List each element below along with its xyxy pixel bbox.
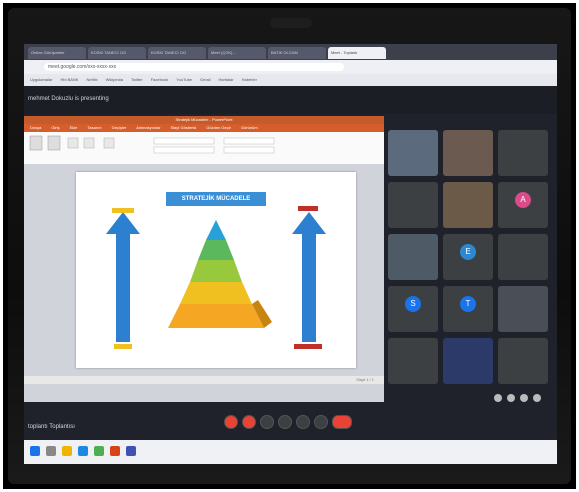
participant-tile[interactable]: [388, 130, 438, 176]
strategy-pyramid-graphic: [106, 206, 326, 349]
ribbon-tab[interactable]: Gözden Geçir: [206, 124, 231, 132]
participant-tile[interactable]: [498, 234, 548, 280]
presentation-panel: Stratejik Mücadele - PowerPoint Dosya Gi…: [24, 116, 384, 402]
slide: STRATEJİK MÜCADELE: [76, 172, 356, 368]
bookmark[interactable]: Hbl BANK: [60, 74, 78, 86]
participant-tile[interactable]: [388, 182, 438, 228]
bookmark[interactable]: Haberler: [242, 74, 257, 86]
ribbon-tab[interactable]: Animasyonlar: [136, 124, 160, 132]
info-icon[interactable]: [494, 394, 502, 402]
ribbon-toolbar: [24, 132, 384, 165]
webcam-icon: [270, 18, 312, 28]
ribbon-tabs: Dosya Giriş Ekle Tasarım Geçişler Animas…: [24, 124, 384, 132]
browser-tab[interactable]: KOSKI TANECİ OO: [148, 47, 206, 59]
more-icon[interactable]: [314, 415, 328, 429]
bookmark[interactable]: YouTube: [176, 74, 192, 86]
ribbon-tab[interactable]: Tasarım: [87, 124, 101, 132]
camera-icon[interactable]: [242, 415, 256, 429]
bookmark[interactable]: Facebook: [151, 74, 169, 86]
presenting-label: mehmet Dokuzlu is presenting: [28, 96, 109, 102]
bookmarks-bar: Uygulamalar Hbl BANK Netflix Wikipedia T…: [24, 74, 557, 86]
captions-icon[interactable]: [260, 415, 274, 429]
chrome-icon[interactable]: [94, 446, 104, 456]
participant-tile[interactable]: E: [443, 234, 493, 280]
ribbon-tool-icons: [29, 135, 275, 154]
bookmark[interactable]: Gmail: [200, 74, 210, 86]
avatar: A: [515, 192, 531, 208]
avatar: S: [405, 296, 421, 312]
browser-tab[interactable]: Online Görüşmeler: [28, 47, 86, 59]
app-icon[interactable]: [126, 446, 136, 456]
bookmark[interactable]: Haritalar: [218, 74, 233, 86]
participant-grid: A E S T: [388, 130, 554, 400]
bookmark[interactable]: Netflix: [86, 74, 97, 86]
people-icon[interactable]: [507, 394, 515, 402]
participant-tile[interactable]: A: [498, 182, 548, 228]
meet-controls: [224, 414, 354, 430]
powerpoint-title: Stratejik Mücadele - PowerPoint: [24, 116, 384, 124]
monitor-bezel: Online Görüşmeler KOSKI TANECİ OO KOSKI …: [8, 8, 571, 484]
ribbon-tab[interactable]: Dosya: [30, 124, 41, 132]
ribbon-tab[interactable]: Giriş: [51, 124, 59, 132]
bookmark[interactable]: Wikipedia: [106, 74, 123, 86]
browser-tabstrip: Online Görüşmeler KOSKI TANECİ OO KOSKI …: [24, 44, 557, 60]
end-call-icon[interactable]: [332, 415, 352, 429]
participant-tile[interactable]: [443, 182, 493, 228]
folder-icon[interactable]: [62, 446, 72, 456]
participant-tile[interactable]: T: [443, 286, 493, 332]
side-panel-icons: [494, 394, 554, 408]
ribbon-tab[interactable]: Ekle: [70, 124, 78, 132]
photo: Online Görüşmeler KOSKI TANECİ OO KOSKI …: [0, 0, 579, 492]
monitor-screen: Online Görüşmeler KOSKI TANECİ OO KOSKI …: [24, 44, 557, 464]
participant-tile[interactable]: [498, 286, 548, 332]
chat-icon[interactable]: [520, 394, 528, 402]
store-icon[interactable]: [78, 446, 88, 456]
participant-tile[interactable]: [443, 338, 493, 384]
avatar: T: [460, 296, 476, 312]
powerpoint-icon[interactable]: [110, 446, 120, 456]
address-bar: meet.google.com/xxx-xxxx-xxx: [24, 60, 557, 74]
avatar: E: [460, 244, 476, 260]
browser-tab[interactable]: KOSKI TANECİ OO: [88, 47, 146, 59]
participant-tile[interactable]: [498, 130, 548, 176]
slide-editor: STRATEJİK MÜCADELE Slayt 1 / 1: [24, 164, 384, 402]
ribbon-tab[interactable]: Slayt Gösterisi: [171, 124, 197, 132]
browser-tab-active[interactable]: Meet - Toplantı: [328, 47, 386, 59]
participant-tile[interactable]: S: [388, 286, 438, 332]
meet-header: mehmet Dokuzlu is presenting: [24, 86, 557, 114]
activities-icon[interactable]: [533, 394, 541, 402]
browser-tab[interactable]: Meet (ÇOK)...: [208, 47, 266, 59]
ribbon-tab[interactable]: Geçişler: [112, 124, 127, 132]
windows-taskbar: [24, 440, 557, 464]
url-input[interactable]: meet.google.com/xxx-xxxx-xxx: [44, 63, 344, 71]
present-icon[interactable]: [296, 415, 310, 429]
bookmark[interactable]: Uygulamalar: [30, 74, 52, 86]
windows-start-icon[interactable]: [30, 446, 40, 456]
participant-tile[interactable]: [388, 338, 438, 384]
mic-icon[interactable]: [224, 415, 238, 429]
browser-tab[interactable]: BATIK OLCÜM: [268, 47, 326, 59]
ribbon-tab[interactable]: Görünüm: [241, 124, 258, 132]
participant-tile[interactable]: [388, 234, 438, 280]
meeting-name: toplantı Toplantısı: [28, 424, 75, 430]
powerpoint-ribbon: Stratejik Mücadele - PowerPoint Dosya Gi…: [24, 116, 384, 165]
bookmark[interactable]: Twitter: [131, 74, 143, 86]
search-icon[interactable]: [46, 446, 56, 456]
participant-tile[interactable]: [498, 338, 548, 384]
participant-tile[interactable]: [443, 130, 493, 176]
status-bar: Slayt 1 / 1: [24, 376, 384, 384]
raise-hand-icon[interactable]: [278, 415, 292, 429]
